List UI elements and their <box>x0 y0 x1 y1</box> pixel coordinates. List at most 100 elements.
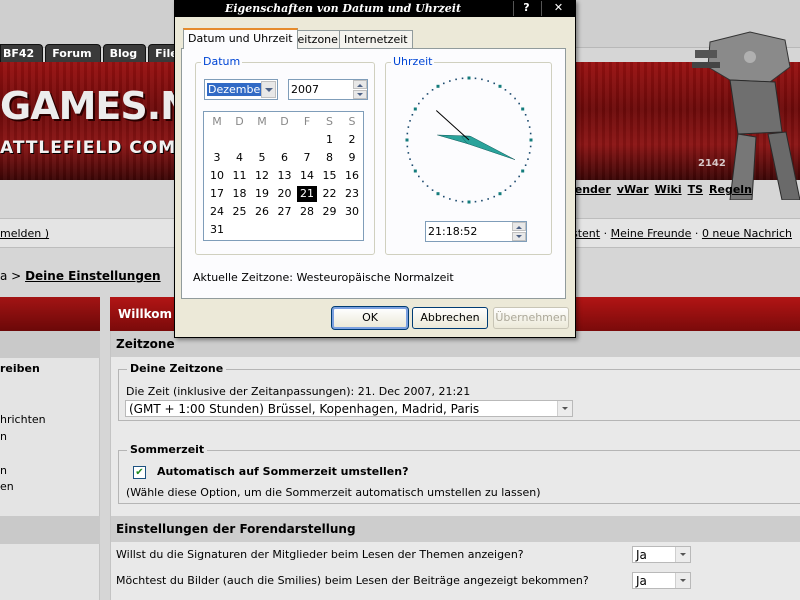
hour-tick <box>413 169 417 173</box>
left-panel-header <box>0 297 100 331</box>
breadcrumb-current[interactable]: Deine Einstellungen <box>25 269 161 283</box>
calendar-day[interactable]: 17 <box>207 186 227 202</box>
left-item-c[interactable]: en <box>0 480 14 493</box>
calendar-day[interactable]: 22 <box>320 186 340 202</box>
tab-internet-time[interactable]: Internetzeit <box>339 30 413 48</box>
subnav-vwar[interactable]: vWar <box>617 183 649 196</box>
calendar-day[interactable]: 3 <box>207 150 227 166</box>
nav-tab-blog[interactable]: Blog <box>102 44 147 62</box>
calendar-day[interactable]: 18 <box>230 186 250 202</box>
calendar-day[interactable]: 31 <box>207 222 227 238</box>
time-value: 21:18:52 <box>428 225 478 238</box>
chevron-down-icon[interactable] <box>512 232 526 241</box>
signatures-question: Willst du die Signaturen der Mitglieder … <box>116 548 524 561</box>
minute-tick <box>455 199 457 202</box>
calendar-day[interactable]: 27 <box>275 204 295 220</box>
calendar-day[interactable]: 2 <box>342 132 362 148</box>
calendar-day[interactable]: 11 <box>230 168 250 184</box>
minute-tick <box>528 126 531 128</box>
calendar-day[interactable]: 7 <box>297 150 317 166</box>
calendar-day[interactable]: 29 <box>320 204 340 220</box>
calendar-day[interactable]: 20 <box>275 186 295 202</box>
nav-tab-forum[interactable]: Forum <box>45 44 101 62</box>
calendar-day[interactable]: 9 <box>342 150 362 166</box>
apply-button[interactable]: Übernehmen <box>493 307 569 329</box>
cancel-button[interactable]: Abbrechen <box>412 307 488 329</box>
banner-badge: 2142 <box>698 158 726 169</box>
calendar-day[interactable]: 6 <box>275 150 295 166</box>
calendar-day[interactable]: 19 <box>252 186 272 202</box>
chevron-up-icon[interactable] <box>512 222 526 231</box>
subnav-ts[interactable]: TS <box>688 183 703 196</box>
time-spinner[interactable]: 21:18:52 <box>425 221 527 242</box>
calendar-day[interactable]: 4 <box>230 150 250 166</box>
calendar-day[interactable]: 26 <box>252 204 272 220</box>
left-item-nachrichten[interactable]: hrichten <box>0 413 46 426</box>
minute-tick <box>474 77 477 80</box>
hour-tick <box>413 107 417 111</box>
left-item-a[interactable]: n <box>0 430 7 443</box>
tab-date-time[interactable]: Datum und Uhrzeit <box>183 28 298 49</box>
calendar-day[interactable]: 10 <box>207 168 227 184</box>
minute-tick <box>481 199 483 202</box>
breadcrumb: a > Deine Einstellungen <box>0 269 161 283</box>
calendar-day-selected[interactable]: 21 <box>297 186 317 202</box>
minute-tick <box>411 113 414 116</box>
time-group-label: Uhrzeit <box>391 55 435 68</box>
assistant-link[interactable]: stent <box>572 227 600 240</box>
minute-tick <box>514 180 516 183</box>
minute-tick <box>504 189 507 191</box>
spinner-arrows-icon[interactable] <box>512 222 526 241</box>
chevron-up-icon[interactable] <box>353 80 367 89</box>
calendar-day[interactable]: 13 <box>275 168 295 184</box>
subnav-regeln[interactable]: Regeln <box>709 183 752 196</box>
calendar-day[interactable]: 28 <box>297 204 317 220</box>
calendar-day[interactable]: 23 <box>342 186 362 202</box>
calendar-day[interactable]: 1 <box>320 132 340 148</box>
close-button[interactable]: ✕ <box>541 1 575 16</box>
subnav-kalender[interactable]: lender <box>571 183 611 196</box>
year-spinner[interactable]: 2007 <box>288 79 368 100</box>
minute-tick <box>431 89 434 91</box>
calendar-day[interactable]: 25 <box>230 204 250 220</box>
minute-hand <box>461 136 516 160</box>
hour-tick <box>436 84 440 88</box>
dialog-titlebar[interactable]: Eigenschaften von Datum und Uhrzeit ? ✕ <box>175 1 575 17</box>
left-item-schreiben[interactable]: reiben <box>0 362 40 375</box>
nav-tab-bf42[interactable]: BF42 <box>0 44 44 62</box>
user-bar-left: melden ) <box>0 227 49 240</box>
subnav-wiki[interactable]: Wiki <box>655 183 682 196</box>
left-item-b[interactable]: n <box>0 464 7 477</box>
timezone-fieldset: Deine Zeitzone Die Zeit (inklusive der Z… <box>118 362 800 421</box>
calendar-day[interactable]: 8 <box>320 150 340 166</box>
minute-tick <box>509 93 512 95</box>
logout-link[interactable]: melden ) <box>0 227 49 240</box>
timezone-select[interactable]: (GMT + 1:00 Stunden) Brüssel, Kopenhagen… <box>125 400 573 417</box>
calendar-day[interactable]: 14 <box>297 168 317 184</box>
my-friends-link[interactable]: Meine Freunde <box>611 227 692 240</box>
chevron-down-icon <box>675 547 690 562</box>
spinner-arrows-icon[interactable] <box>353 80 367 99</box>
breadcrumb-separator: a > <box>0 269 22 283</box>
weekday-header: S <box>348 115 356 128</box>
calendar-day[interactable]: 30 <box>342 204 362 220</box>
calendar-day[interactable]: 5 <box>252 150 272 166</box>
calendar-day[interactable]: 15 <box>320 168 340 184</box>
month-select[interactable]: Dezember <box>204 79 278 100</box>
left-panel-bar <box>0 331 100 358</box>
weekday-header: D <box>280 115 289 128</box>
calendar-day[interactable]: 24 <box>207 204 227 220</box>
dst-checkbox[interactable]: ✔ <box>133 466 146 479</box>
calendar-day[interactable]: 16 <box>342 168 362 184</box>
new-messages-link[interactable]: 0 neue Nachrich <box>702 227 792 240</box>
images-select[interactable]: Ja <box>632 572 691 589</box>
chevron-down-icon[interactable] <box>353 90 367 99</box>
help-button[interactable]: ? <box>513 1 539 16</box>
signatures-select[interactable]: Ja <box>632 546 691 563</box>
minute-tick <box>529 145 532 148</box>
timezone-select-value: (GMT + 1:00 Stunden) Brüssel, Kopenhagen… <box>129 402 480 416</box>
hour-tick <box>405 138 409 142</box>
calendar-day[interactable]: 12 <box>252 168 272 184</box>
ok-button[interactable]: OK <box>331 306 409 330</box>
date-group-label: Datum <box>201 55 243 68</box>
